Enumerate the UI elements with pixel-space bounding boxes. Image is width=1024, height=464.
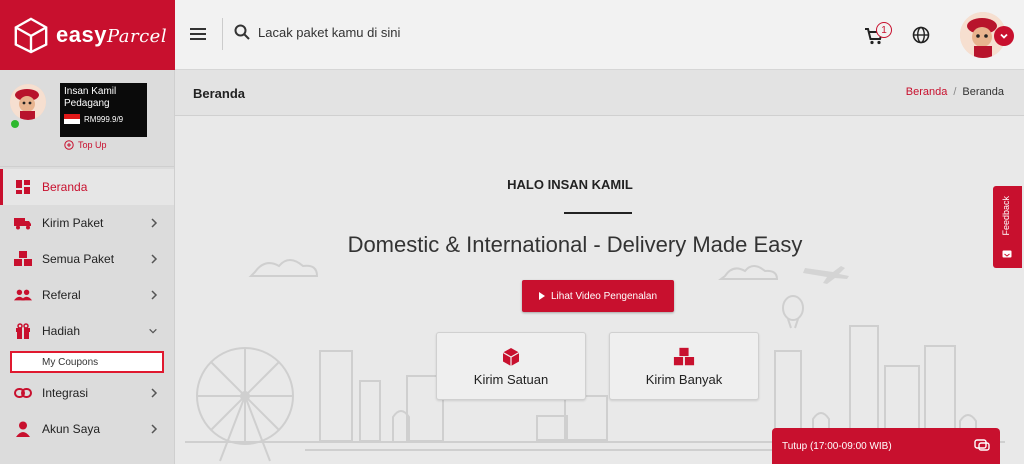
- sidebar: Insan Kamil Pedagang RM999.9/9 Top Up Be…: [0, 70, 175, 464]
- sidebar-item-kirim-paket[interactable]: Kirim Paket: [0, 205, 174, 241]
- search-icon: [234, 24, 250, 40]
- send-bulk-card[interactable]: Kirim Banyak: [609, 332, 759, 400]
- chevron-right-icon: [151, 254, 158, 264]
- chevron-down-icon: [149, 328, 157, 334]
- chevron-right-icon: [151, 388, 158, 398]
- tagline: Domestic & International - Delivery Made…: [347, 232, 803, 257]
- chevron-right-icon: [151, 218, 158, 228]
- profile-role: Pedagang: [64, 98, 110, 109]
- boxes-icon: [14, 251, 32, 267]
- sidebar-item-hadiah[interactable]: Hadiah: [0, 313, 174, 349]
- chevron-right-icon: [151, 424, 158, 434]
- dashboard-hero: HALO INSAN KAMIL Domestic & Internationa…: [175, 116, 1024, 464]
- box-icon: [502, 347, 520, 366]
- gift-icon: [14, 323, 32, 339]
- cart-count-badge: 1: [876, 22, 892, 38]
- users-icon: [14, 287, 32, 303]
- profile-name: Insan Kamil: [64, 86, 117, 97]
- chat-bubble-icon: [974, 439, 990, 451]
- sidebar-item-referal[interactable]: Referal: [0, 277, 174, 313]
- breadcrumb-current: Beranda: [962, 86, 1004, 98]
- top-header: easyParcel 1: [0, 0, 1024, 70]
- chevron-down-icon[interactable]: [994, 26, 1014, 46]
- search-input[interactable]: [258, 24, 558, 40]
- search-bar: [234, 24, 558, 40]
- profile-avatar[interactable]: [10, 84, 46, 120]
- profile-balance: RM999.9/9: [84, 115, 124, 124]
- greeting-heading: HALO INSAN KAMIL: [507, 177, 633, 192]
- hamburger-menu-icon[interactable]: [190, 28, 206, 42]
- feedback-icon: [1002, 250, 1012, 258]
- boxes-icon: [673, 347, 695, 365]
- sidebar-item-beranda[interactable]: Beranda: [0, 169, 174, 205]
- profile-info-box: Insan Kamil Pedagang RM999.9/9: [60, 83, 147, 137]
- chevron-right-icon: [151, 290, 158, 300]
- parcel-logo-icon: [14, 17, 48, 54]
- plus-circle-icon: [64, 140, 74, 150]
- submenu-my-coupons[interactable]: My Coupons: [10, 351, 164, 373]
- indonesia-flag-icon: [64, 114, 80, 125]
- breadcrumb-link-beranda[interactable]: Beranda: [906, 86, 948, 98]
- send-single-label: Kirim Satuan: [473, 371, 549, 387]
- brand-name: easyParcel: [56, 22, 168, 47]
- live-chat-bar[interactable]: Tutup (17:00-09:00 WIB): [772, 428, 1000, 464]
- globe-icon[interactable]: [912, 26, 930, 44]
- header-divider: [222, 18, 223, 50]
- send-single-card[interactable]: Kirim Satuan: [436, 332, 586, 400]
- dashboard-icon: [14, 179, 32, 195]
- sidebar-item-akun-saya[interactable]: Akun Saya: [0, 411, 174, 447]
- page-header: Beranda Beranda / Beranda: [175, 70, 1024, 116]
- heading-underline: [564, 212, 632, 214]
- main-content: Beranda Beranda / Beranda HALO INSAN KAM…: [175, 70, 1024, 464]
- sidebar-item-semua-paket[interactable]: Semua Paket: [0, 241, 174, 277]
- page-title: Beranda: [193, 86, 246, 101]
- watch-intro-video-button[interactable]: Lihat Video Pengenalan: [522, 280, 674, 312]
- send-bulk-label: Kirim Banyak: [645, 371, 723, 387]
- truck-icon: [14, 215, 32, 231]
- play-icon: [538, 292, 545, 300]
- profile-panel: Insan Kamil Pedagang RM999.9/9 Top Up: [0, 70, 174, 167]
- sidebar-item-integrasi[interactable]: Integrasi: [0, 375, 174, 411]
- online-status-dot: [11, 120, 19, 128]
- brand-logo-area[interactable]: easyParcel: [0, 0, 175, 70]
- feedback-tab[interactable]: Feedback: [993, 186, 1022, 268]
- link-icon: [14, 385, 32, 401]
- breadcrumb: Beranda / Beranda: [906, 86, 1004, 98]
- topup-link[interactable]: Top Up: [64, 140, 107, 150]
- chat-status-text: Tutup (17:00-09:00 WIB): [782, 440, 892, 452]
- user-icon: [14, 421, 32, 437]
- breadcrumb-separator: /: [953, 86, 957, 98]
